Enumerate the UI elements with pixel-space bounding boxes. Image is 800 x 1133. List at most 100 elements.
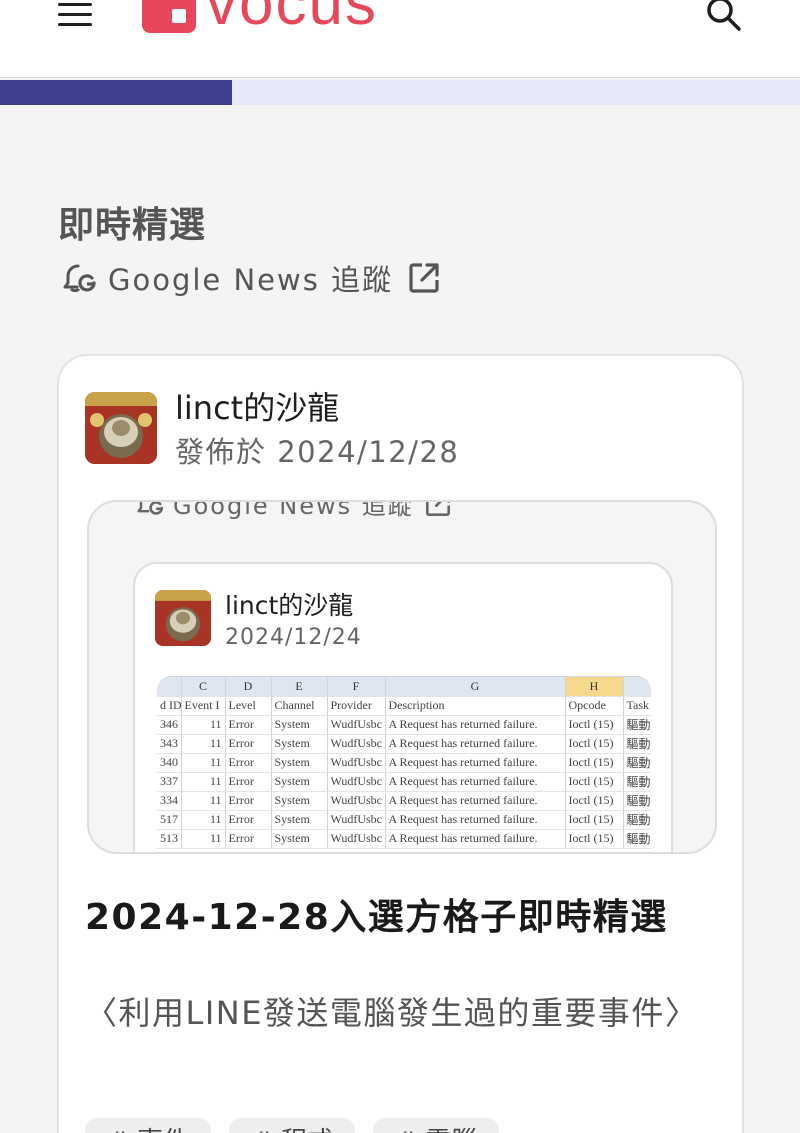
table-cell: A Request has returned failure. [385, 734, 566, 754]
table-cell: Ioctl (15) [565, 829, 624, 849]
table-cell: WudfUsbc [327, 791, 386, 811]
table-header-cell: Event I [181, 696, 226, 716]
table-cell: System [271, 753, 328, 773]
table-cell: Ioctl (15) [565, 810, 624, 830]
table-cell: 334 [157, 791, 182, 811]
preview-inner-card: linct的沙龍 2024/12/24 CDEFGH d ID Event I Le… [133, 562, 673, 852]
table-header-cell: d ID [157, 696, 182, 716]
table-cell: 11 [181, 829, 226, 849]
spreadsheet-screenshot: CDEFGH d ID Event I Level Channel Provider De… [157, 676, 651, 852]
table-cell: 驅動 [623, 772, 651, 792]
table-cell: 11 [181, 791, 226, 811]
table-cell: A Request has returned failure. [385, 829, 566, 849]
table-cell: WudfUsbc [327, 772, 386, 792]
table-cell: Ioctl (15) [565, 753, 624, 773]
column-letter [623, 677, 651, 697]
table-cell: Error [225, 734, 272, 754]
table-cell: 343 [157, 734, 182, 754]
table-cell: Error [225, 810, 272, 830]
preview-author-avatar [155, 590, 211, 646]
preview-author-name: linct的沙龍 [225, 591, 354, 620]
section-title: 即時精選 [58, 205, 207, 246]
preview-author: linct的沙龍 2024/12/24 [155, 590, 362, 654]
table-cell: Error [225, 791, 272, 811]
table-cell: System [271, 715, 328, 735]
table-cell: WudfUsbc [327, 734, 386, 754]
column-letter: F [327, 677, 386, 697]
post-title[interactable]: 2024-12-28入選方格子即時精選 [85, 888, 668, 940]
tag-chip[interactable]: # 事件 [85, 1118, 212, 1133]
column-letter: G [385, 677, 566, 697]
table-cell: 驅動 [623, 753, 651, 773]
table-cell: System [271, 772, 328, 792]
column-letter-row: CDEFGH [157, 677, 651, 697]
table-cell: 驅動 [623, 791, 651, 811]
post-preview-image[interactable]: Google News 追蹤 linct的沙龍 2024/12/24 C D E… [87, 500, 717, 854]
table-cell: System [271, 791, 328, 811]
column-letter: H [565, 677, 624, 697]
table-cell: WudfUsbc [327, 829, 386, 849]
vocus-logo[interactable]: vocus [142, 0, 378, 35]
table-cell: System [271, 734, 328, 754]
table-header-cell: Task [623, 696, 651, 716]
table-cell: 517 [157, 810, 182, 830]
table-cell: A Request has returned failure. [385, 715, 566, 735]
column-letter: C [181, 677, 226, 697]
post-card[interactable]: linct的沙龍 發佈於 2024/12/28 Google News 追蹤 l… [57, 354, 744, 1133]
table-cell: Error [225, 772, 272, 792]
author-avatar[interactable] [85, 392, 157, 464]
table-row: 513 11 Error System WudfUsbc A Request has re… [157, 829, 651, 849]
table-cell: 11 [181, 810, 226, 830]
vocus-logo-text: vocus [206, 0, 378, 38]
table-cell: 337 [157, 772, 182, 792]
tag-chip[interactable]: # 程式 [229, 1118, 356, 1133]
preview-google-news-follow: Google News 追蹤 [133, 500, 452, 521]
event-log-table: CDEFGH d ID Event I Level Channel Provider De… [157, 677, 651, 849]
table-cell: 驅動 [623, 715, 651, 735]
table-cell: Error [225, 753, 272, 773]
external-link-icon [409, 263, 439, 293]
table-cell: Error [225, 829, 272, 849]
table-row: 343 11 Error System WudfUsbc A Request has re… [157, 734, 651, 754]
table-cell: 驅動 [623, 810, 651, 830]
top-app-bar: vocus [0, 0, 800, 78]
google-news-icon [137, 502, 164, 515]
column-letter: D [225, 677, 272, 697]
table-cell: 驅動 [623, 734, 651, 754]
vocus-logo-mark [142, 0, 196, 33]
table-cell: Ioctl (15) [565, 791, 624, 811]
preview-follow-label: Google News 追蹤 [173, 500, 414, 520]
reading-progress-bar [0, 80, 800, 105]
table-header-cell: Level [225, 696, 272, 716]
publish-date: 發佈於 2024/12/28 [175, 435, 460, 469]
table-cell: 11 [181, 734, 226, 754]
table-cell: 11 [181, 772, 226, 792]
google-news-follow-link[interactable]: Google News 追蹤 [58, 258, 441, 298]
table-cell: A Request has returned failure. [385, 753, 566, 773]
post-author[interactable]: linct的沙龍 發佈於 2024/12/28 [85, 389, 460, 472]
google-news-follow-label: Google News 追蹤 [108, 263, 394, 297]
reading-progress-fill [0, 80, 232, 105]
table-row: 346 11 Error System WudfUsbc A Request has re… [157, 715, 651, 735]
table-cell: 驅動 [623, 829, 651, 849]
table-cell: 346 [157, 715, 182, 735]
tag-chip[interactable]: # 電腦 [373, 1118, 500, 1133]
external-link-icon [425, 502, 450, 516]
search-icon[interactable] [704, 0, 744, 34]
table-cell: 340 [157, 753, 182, 773]
hamburger-menu-icon[interactable] [58, 0, 94, 30]
table-cell: WudfUsbc [327, 753, 386, 773]
google-news-icon [63, 264, 96, 293]
table-cell: A Request has returned failure. [385, 810, 566, 830]
table-cell: Ioctl (15) [565, 734, 624, 754]
table-header-row: d ID Event I Level Channel Provider Descripti… [157, 696, 651, 716]
table-cell: A Request has returned failure. [385, 791, 566, 811]
table-cell: Ioctl (15) [565, 772, 624, 792]
table-cell: 11 [181, 753, 226, 773]
table-row: 334 11 Error System WudfUsbc A Request has re… [157, 791, 651, 811]
table-cell: A Request has returned failure. [385, 772, 566, 792]
table-cell: Error [225, 715, 272, 735]
author-name[interactable]: linct的沙龍 [175, 388, 459, 428]
table-row: 340 11 Error System WudfUsbc A Request has re… [157, 753, 651, 773]
table-cell: System [271, 829, 328, 849]
